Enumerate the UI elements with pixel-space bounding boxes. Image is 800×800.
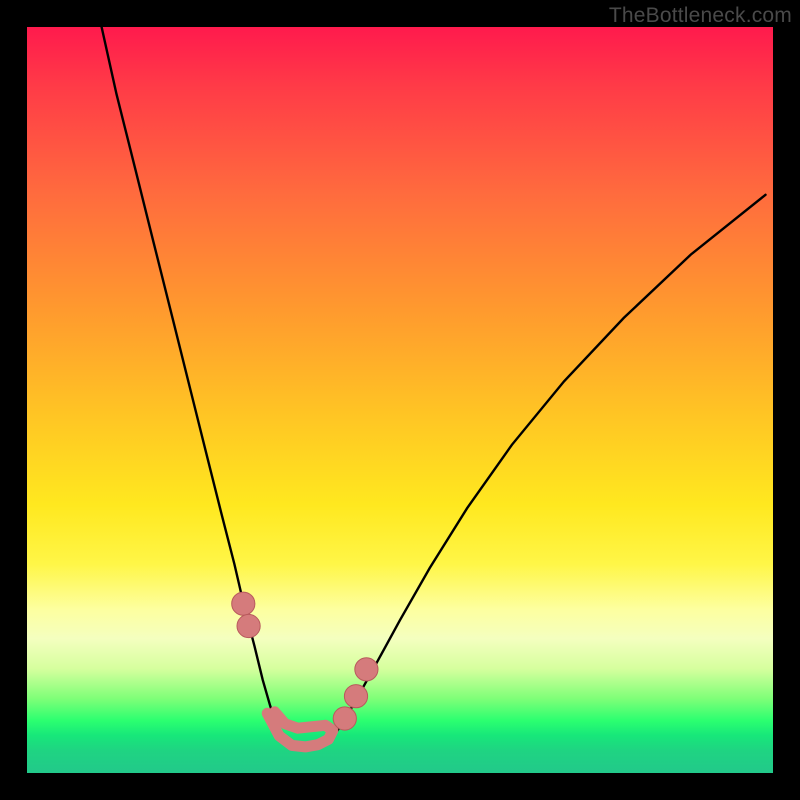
chart-frame: TheBottleneck.com xyxy=(0,0,800,800)
marker-right-dot-3 xyxy=(355,658,378,681)
marker-left-dot-1 xyxy=(232,592,255,615)
chart-svg xyxy=(27,27,773,773)
marker-left-dot-2 xyxy=(237,614,260,637)
marker-right-dot-2 xyxy=(344,685,367,708)
marker-floor-blob xyxy=(267,712,333,747)
watermark-text: TheBottleneck.com xyxy=(609,4,792,28)
bottleneck-curve xyxy=(102,27,766,749)
marker-group xyxy=(232,592,378,730)
marker-right-dot-1 xyxy=(333,707,356,730)
